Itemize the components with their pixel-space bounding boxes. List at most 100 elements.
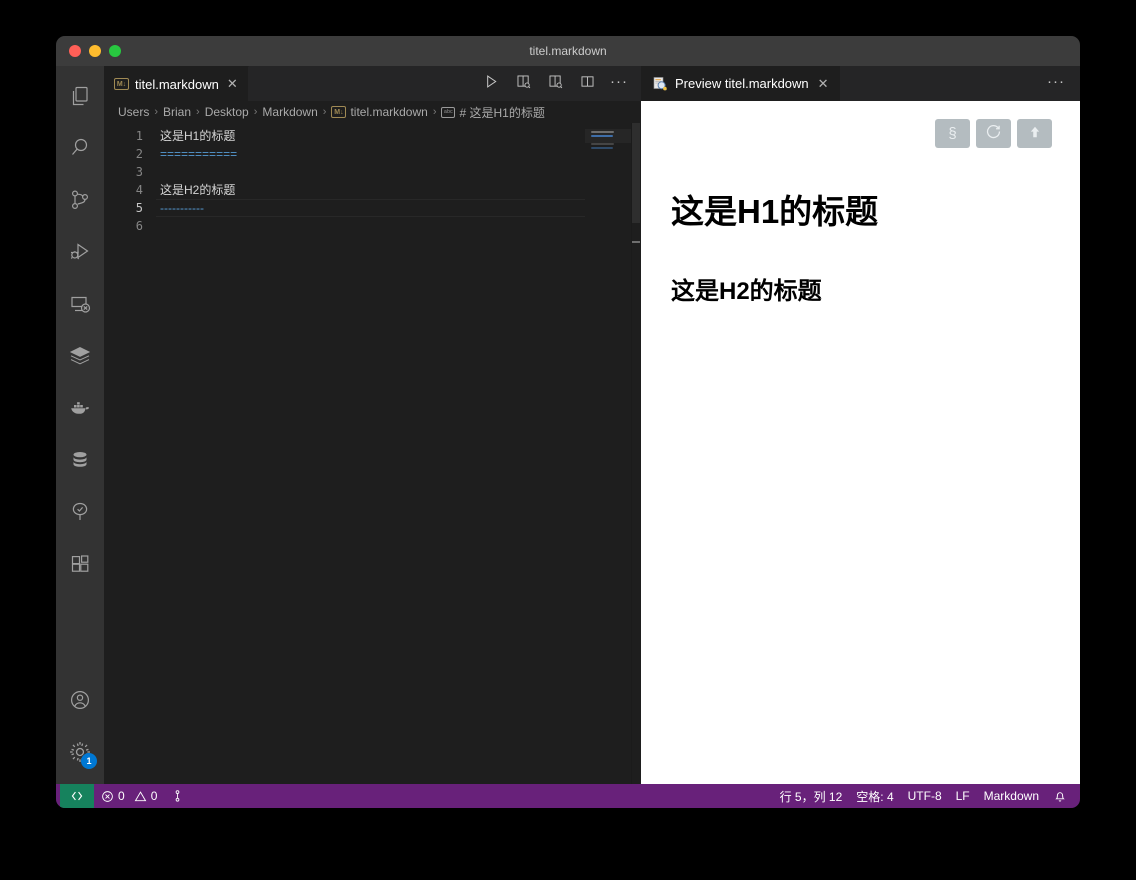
code-line-1[interactable]: 这是H1的标题 (156, 127, 585, 145)
breadcrumb-item-0[interactable]: Users (118, 105, 149, 119)
remote-window-icon (70, 789, 84, 803)
text-editor[interactable]: 1 2 3 4 5 6 这是H1的标题 =========== 这是H2的标题 … (104, 123, 641, 784)
editor-scrollbar[interactable] (631, 123, 641, 784)
breadcrumb-label: # 这是H1的标题 (459, 105, 545, 120)
preview-actions: ··· (1042, 66, 1080, 101)
open-preview-to-the-side-button[interactable] (509, 70, 537, 98)
sidebar-item-docker[interactable] (56, 382, 104, 434)
sidebar-item-search[interactable] (56, 122, 104, 174)
breadcrumb-separator: › (432, 106, 437, 118)
scroll-to-top-button[interactable] (1017, 119, 1052, 148)
code-line-5[interactable]: ----------- (156, 199, 585, 217)
open-locked-preview-to-the-side-button[interactable] (541, 70, 569, 98)
breadcrumb-item-4[interactable]: M↓ titel.markdown (331, 105, 428, 119)
preview-floating-toolbar: § (935, 119, 1052, 148)
code-line-2[interactable]: =========== (156, 145, 585, 163)
sidebar-item-testing[interactable] (56, 486, 104, 538)
manage-settings-button[interactable]: 1 (56, 726, 104, 778)
minimap-line (591, 135, 613, 137)
breadcrumb-item-1[interactable]: Brian (163, 105, 191, 119)
breadcrumb-separator: › (154, 106, 159, 118)
close-icon[interactable]: ✕ (816, 76, 829, 92)
remote-indicator-button[interactable] (60, 784, 94, 808)
breadcrumb-separator: › (196, 106, 200, 118)
sidebar-item-remote-explorer[interactable] (56, 278, 104, 330)
traffic-lights (56, 45, 121, 57)
code-line-6[interactable] (156, 217, 585, 235)
section-icon: § (948, 125, 957, 142)
encoding-button[interactable]: UTF-8 (901, 784, 949, 808)
preview-heading-h1: 这是H1的标题 (671, 193, 879, 230)
activity-bar-top-group (56, 66, 104, 590)
minimap-line (591, 143, 614, 145)
section-symbol-button[interactable]: § (935, 119, 970, 148)
breadcrumb-label: Users (118, 105, 150, 119)
problems-button[interactable]: 0 0 (94, 784, 164, 808)
markdown-file-icon: M↓ (331, 106, 347, 118)
breadcrumb-item-2[interactable]: Desktop (205, 105, 249, 119)
sidebar-item-explorer[interactable] (56, 70, 104, 122)
status-bar-left: 0 0 (56, 784, 191, 808)
notifications-button[interactable] (1046, 784, 1074, 808)
database-icon (68, 448, 92, 472)
accounts-button[interactable] (56, 674, 104, 726)
breadcrumb-item-5[interactable]: abc # 这是H1的标题 (441, 104, 545, 121)
workbench-body: 1 M↓ titel.markdown ✕ ··· Users › Brian … (56, 66, 1080, 784)
minimap-line (591, 131, 614, 133)
sidebar-item-source-control[interactable] (56, 174, 104, 226)
git-branch-icon (171, 789, 184, 803)
language-mode-button[interactable]: Markdown (977, 784, 1046, 808)
indentation-button[interactable]: 空格: 4 (849, 784, 900, 808)
sidebar-item-extensions[interactable] (56, 538, 104, 590)
split-editor-right-button[interactable] (573, 70, 601, 98)
source-control-status[interactable] (164, 784, 191, 808)
vscode-window: titel.markdown 1 M↓ titel.markdown ✕ ···… (56, 36, 1080, 808)
editor-code-lines[interactable]: 这是H1的标题 =========== 这是H2的标题 ----------- (156, 123, 585, 784)
tab-preview-titel-markdown[interactable]: Preview titel.markdown ✕ (641, 66, 840, 101)
minimap-line (591, 147, 613, 149)
preview-heading-h2: 这是H2的标题 (671, 278, 822, 305)
tree-check-icon (68, 500, 92, 524)
scrollbar-thumb[interactable] (632, 123, 640, 223)
breadcrumb-label: Markdown (262, 105, 318, 119)
window-title-bar: titel.markdown (56, 36, 1080, 66)
sidebar-item-database[interactable] (56, 434, 104, 486)
error-icon (101, 790, 114, 803)
preview-side-locked-icon (547, 73, 564, 95)
abc-symbol-icon: abc (441, 106, 456, 118)
editor-group: M↓ titel.markdown ✕ ··· Users › Brian › … (104, 66, 641, 784)
status-bar: 0 0 行 5，列 12 空格: 4 UTF-8 LF Markdown (56, 784, 1080, 808)
bell-icon (1053, 789, 1067, 803)
error-count: 0 (118, 789, 125, 803)
refresh-button[interactable] (976, 119, 1011, 148)
tab-label: titel.markdown (135, 76, 219, 92)
maximize-window-button[interactable] (109, 45, 121, 57)
breadcrumb: Users › Brian › Desktop › Markdown › M↓ … (104, 101, 641, 123)
preview-more-actions-button[interactable]: ··· (1042, 70, 1070, 98)
markdown-preview-content: § 这是H1的标题 这是H2的标题 (641, 101, 1080, 784)
code-line-4[interactable]: 这是H2的标题 (156, 181, 585, 199)
breadcrumb-separator: › (322, 106, 327, 118)
markdown-preview-icon (652, 76, 668, 92)
code-line-3[interactable] (156, 163, 585, 181)
editor-tab-bar: M↓ titel.markdown ✕ ··· (104, 66, 641, 101)
refresh-icon (985, 123, 1002, 144)
eol-button[interactable]: LF (949, 784, 977, 808)
run-code-button[interactable] (477, 70, 505, 98)
sidebar-item-layers[interactable] (56, 330, 104, 382)
ellipsis-icon: ··· (610, 72, 628, 90)
tab-titel-markdown[interactable]: M↓ titel.markdown ✕ (104, 66, 249, 101)
overview-ruler-mark (632, 241, 640, 243)
sidebar-item-run-and-debug[interactable] (56, 226, 104, 278)
cursor-position-button[interactable]: 行 5，列 12 (773, 784, 850, 808)
editor-more-actions-button[interactable]: ··· (605, 70, 633, 98)
editor-actions: ··· (477, 66, 641, 101)
close-icon[interactable]: ✕ (225, 76, 238, 92)
preview-tab-label: Preview titel.markdown (675, 76, 809, 91)
arrow-up-icon (1027, 124, 1043, 144)
breadcrumb-label: Desktop (204, 105, 249, 119)
minimize-window-button[interactable] (89, 45, 101, 57)
close-window-button[interactable] (69, 45, 81, 57)
breadcrumb-item-3[interactable]: Markdown (262, 105, 317, 119)
source-control-icon (68, 188, 92, 212)
